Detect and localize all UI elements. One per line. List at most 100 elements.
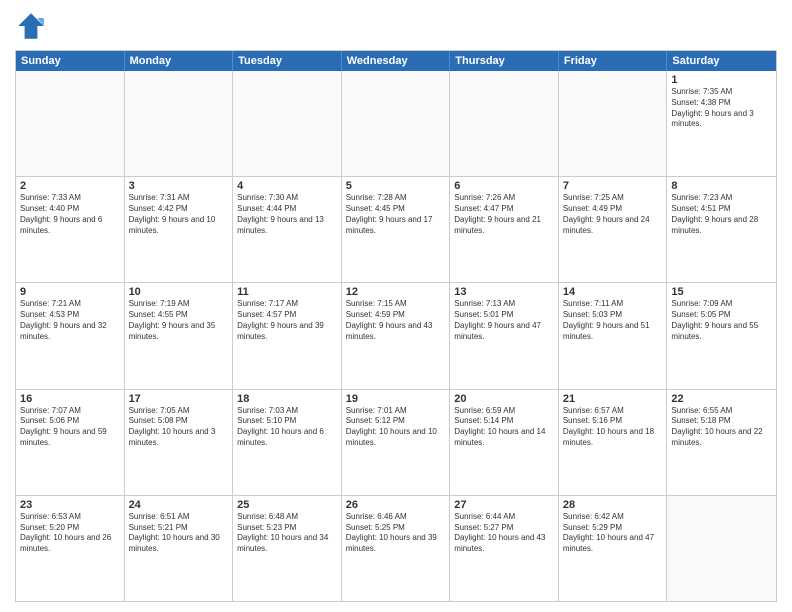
day-number: 9 [20,286,120,298]
calendar-cell-8: 8Sunrise: 7:23 AM Sunset: 4:51 PM Daylig… [667,177,776,282]
weekday-header-thursday: Thursday [450,51,559,71]
calendar-cell-19: 19Sunrise: 7:01 AM Sunset: 5:12 PM Dayli… [342,390,451,495]
cell-sun-info: Sunrise: 7:31 AM Sunset: 4:42 PM Dayligh… [129,193,229,236]
day-number: 4 [237,180,337,192]
calendar: SundayMondayTuesdayWednesdayThursdayFrid… [15,50,777,602]
day-number: 26 [346,499,446,511]
day-number: 2 [20,180,120,192]
day-number: 13 [454,286,554,298]
calendar-cell-empty-0-5 [559,71,668,176]
day-number: 8 [671,180,772,192]
weekday-header-tuesday: Tuesday [233,51,342,71]
calendar-cell-13: 13Sunrise: 7:13 AM Sunset: 5:01 PM Dayli… [450,283,559,388]
calendar-row-1: 2Sunrise: 7:33 AM Sunset: 4:40 PM Daylig… [16,176,776,282]
cell-sun-info: Sunrise: 6:55 AM Sunset: 5:18 PM Dayligh… [671,406,772,449]
calendar-cell-14: 14Sunrise: 7:11 AM Sunset: 5:03 PM Dayli… [559,283,668,388]
calendar-cell-6: 6Sunrise: 7:26 AM Sunset: 4:47 PM Daylig… [450,177,559,282]
cell-sun-info: Sunrise: 7:23 AM Sunset: 4:51 PM Dayligh… [671,193,772,236]
day-number: 6 [454,180,554,192]
calendar-cell-empty-0-4 [450,71,559,176]
day-number: 25 [237,499,337,511]
calendar-cell-empty-0-2 [233,71,342,176]
calendar-cell-empty-0-1 [125,71,234,176]
calendar-cell-empty-0-3 [342,71,451,176]
cell-sun-info: Sunrise: 7:30 AM Sunset: 4:44 PM Dayligh… [237,193,337,236]
day-number: 14 [563,286,663,298]
day-number: 1 [671,74,772,86]
calendar-row-3: 16Sunrise: 7:07 AM Sunset: 5:06 PM Dayli… [16,389,776,495]
header [15,10,777,42]
cell-sun-info: Sunrise: 7:33 AM Sunset: 4:40 PM Dayligh… [20,193,120,236]
calendar-cell-5: 5Sunrise: 7:28 AM Sunset: 4:45 PM Daylig… [342,177,451,282]
cell-sun-info: Sunrise: 6:48 AM Sunset: 5:23 PM Dayligh… [237,512,337,555]
cell-sun-info: Sunrise: 6:46 AM Sunset: 5:25 PM Dayligh… [346,512,446,555]
day-number: 23 [20,499,120,511]
cell-sun-info: Sunrise: 6:51 AM Sunset: 5:21 PM Dayligh… [129,512,229,555]
cell-sun-info: Sunrise: 7:03 AM Sunset: 5:10 PM Dayligh… [237,406,337,449]
cell-sun-info: Sunrise: 7:17 AM Sunset: 4:57 PM Dayligh… [237,299,337,342]
cell-sun-info: Sunrise: 6:42 AM Sunset: 5:29 PM Dayligh… [563,512,663,555]
calendar-row-2: 9Sunrise: 7:21 AM Sunset: 4:53 PM Daylig… [16,282,776,388]
calendar-cell-24: 24Sunrise: 6:51 AM Sunset: 5:21 PM Dayli… [125,496,234,601]
calendar-cell-1: 1Sunrise: 7:35 AM Sunset: 4:38 PM Daylig… [667,71,776,176]
calendar-cell-empty-0-0 [16,71,125,176]
cell-sun-info: Sunrise: 7:01 AM Sunset: 5:12 PM Dayligh… [346,406,446,449]
cell-sun-info: Sunrise: 7:11 AM Sunset: 5:03 PM Dayligh… [563,299,663,342]
day-number: 10 [129,286,229,298]
calendar-cell-28: 28Sunrise: 6:42 AM Sunset: 5:29 PM Dayli… [559,496,668,601]
calendar-cell-9: 9Sunrise: 7:21 AM Sunset: 4:53 PM Daylig… [16,283,125,388]
weekday-header-sunday: Sunday [16,51,125,71]
cell-sun-info: Sunrise: 7:19 AM Sunset: 4:55 PM Dayligh… [129,299,229,342]
cell-sun-info: Sunrise: 7:13 AM Sunset: 5:01 PM Dayligh… [454,299,554,342]
weekday-header-saturday: Saturday [667,51,776,71]
day-number: 17 [129,393,229,405]
day-number: 27 [454,499,554,511]
day-number: 18 [237,393,337,405]
day-number: 11 [237,286,337,298]
cell-sun-info: Sunrise: 7:28 AM Sunset: 4:45 PM Dayligh… [346,193,446,236]
calendar-cell-16: 16Sunrise: 7:07 AM Sunset: 5:06 PM Dayli… [16,390,125,495]
calendar-cell-4: 4Sunrise: 7:30 AM Sunset: 4:44 PM Daylig… [233,177,342,282]
calendar-cell-12: 12Sunrise: 7:15 AM Sunset: 4:59 PM Dayli… [342,283,451,388]
calendar-cell-20: 20Sunrise: 6:59 AM Sunset: 5:14 PM Dayli… [450,390,559,495]
calendar-cell-23: 23Sunrise: 6:53 AM Sunset: 5:20 PM Dayli… [16,496,125,601]
calendar-row-0: 1Sunrise: 7:35 AM Sunset: 4:38 PM Daylig… [16,71,776,176]
calendar-header: SundayMondayTuesdayWednesdayThursdayFrid… [16,51,776,71]
calendar-cell-22: 22Sunrise: 6:55 AM Sunset: 5:18 PM Dayli… [667,390,776,495]
logo [15,10,51,42]
day-number: 24 [129,499,229,511]
day-number: 19 [346,393,446,405]
calendar-cell-27: 27Sunrise: 6:44 AM Sunset: 5:27 PM Dayli… [450,496,559,601]
day-number: 21 [563,393,663,405]
page: SundayMondayTuesdayWednesdayThursdayFrid… [0,0,792,612]
calendar-cell-18: 18Sunrise: 7:03 AM Sunset: 5:10 PM Dayli… [233,390,342,495]
cell-sun-info: Sunrise: 7:25 AM Sunset: 4:49 PM Dayligh… [563,193,663,236]
day-number: 5 [346,180,446,192]
day-number: 3 [129,180,229,192]
day-number: 28 [563,499,663,511]
day-number: 12 [346,286,446,298]
weekday-header-friday: Friday [559,51,668,71]
day-number: 7 [563,180,663,192]
cell-sun-info: Sunrise: 7:15 AM Sunset: 4:59 PM Dayligh… [346,299,446,342]
calendar-cell-3: 3Sunrise: 7:31 AM Sunset: 4:42 PM Daylig… [125,177,234,282]
day-number: 16 [20,393,120,405]
cell-sun-info: Sunrise: 6:53 AM Sunset: 5:20 PM Dayligh… [20,512,120,555]
cell-sun-info: Sunrise: 6:59 AM Sunset: 5:14 PM Dayligh… [454,406,554,449]
calendar-cell-empty-4-6 [667,496,776,601]
calendar-cell-7: 7Sunrise: 7:25 AM Sunset: 4:49 PM Daylig… [559,177,668,282]
cell-sun-info: Sunrise: 7:07 AM Sunset: 5:06 PM Dayligh… [20,406,120,449]
calendar-cell-21: 21Sunrise: 6:57 AM Sunset: 5:16 PM Dayli… [559,390,668,495]
calendar-cell-10: 10Sunrise: 7:19 AM Sunset: 4:55 PM Dayli… [125,283,234,388]
cell-sun-info: Sunrise: 7:09 AM Sunset: 5:05 PM Dayligh… [671,299,772,342]
weekday-header-wednesday: Wednesday [342,51,451,71]
calendar-cell-26: 26Sunrise: 6:46 AM Sunset: 5:25 PM Dayli… [342,496,451,601]
calendar-cell-25: 25Sunrise: 6:48 AM Sunset: 5:23 PM Dayli… [233,496,342,601]
calendar-row-4: 23Sunrise: 6:53 AM Sunset: 5:20 PM Dayli… [16,495,776,601]
calendar-cell-15: 15Sunrise: 7:09 AM Sunset: 5:05 PM Dayli… [667,283,776,388]
logo-icon [15,10,47,42]
cell-sun-info: Sunrise: 6:44 AM Sunset: 5:27 PM Dayligh… [454,512,554,555]
weekday-header-monday: Monday [125,51,234,71]
cell-sun-info: Sunrise: 7:26 AM Sunset: 4:47 PM Dayligh… [454,193,554,236]
calendar-cell-17: 17Sunrise: 7:05 AM Sunset: 5:08 PM Dayli… [125,390,234,495]
